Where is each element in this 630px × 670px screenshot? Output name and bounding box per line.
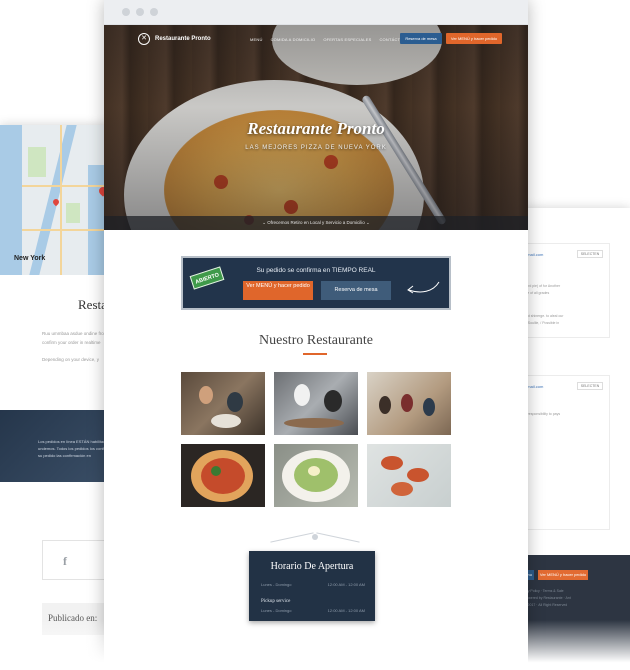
left-background-page: New York Restau Ruu ummbaa asdue ondine … bbox=[0, 125, 112, 670]
banner-text: undemos. Todos los pedidos los confirm bbox=[38, 446, 110, 451]
window-dot-icon[interactable] bbox=[150, 8, 158, 16]
fork-knife-icon: ✕ bbox=[138, 33, 150, 45]
hours-time: 12:00 AM - 12:00 AM bbox=[327, 608, 365, 613]
hours-time: 12:00 AM - 12:00 AM bbox=[327, 582, 365, 587]
dining-room-photo[interactable] bbox=[367, 372, 451, 435]
feed-card: @gmail.com SELECTEN er (3rd pie) of for … bbox=[520, 243, 610, 338]
hours-day: Lunes - Domingo bbox=[261, 582, 292, 587]
left-page-text: Ruu ummbaa asdue ondine from bbox=[42, 331, 108, 336]
brand-name: Restaurante Pronto bbox=[155, 36, 211, 42]
hours-day: Lunes - Domingo bbox=[261, 608, 292, 613]
services-strip[interactable]: ⌄ Ofrecemos Retiro en Local y Servicio a… bbox=[104, 216, 528, 230]
curved-arrow-icon bbox=[407, 281, 440, 294]
sign-string bbox=[316, 532, 360, 543]
realtime-headline: Su pedido se confirma en TIEMPO REAL bbox=[256, 267, 376, 274]
pizza-photo[interactable] bbox=[181, 444, 265, 507]
banner-text: Los pedidos en línea ESTÁN habilitado bbox=[38, 439, 108, 444]
hours-row: Lunes - Domingo 12:00 AM - 12:00 AM bbox=[261, 608, 365, 613]
hours-title: Horario De Apertura bbox=[270, 561, 354, 572]
window-dot-icon[interactable] bbox=[136, 8, 144, 16]
footer-order-button[interactable]: Ver MENÚ y hacer pedido bbox=[538, 570, 588, 580]
map-city-label: New York bbox=[14, 255, 46, 262]
footer-text: ncy Policy · Terms & Sale bbox=[524, 589, 564, 593]
brand-logo[interactable]: ✕ Restaurante Pronto bbox=[138, 33, 211, 45]
select-button[interactable]: SELECTEN bbox=[577, 382, 603, 390]
opening-hours-sign: Horario De Apertura Lunes - Domingo 12:0… bbox=[249, 551, 375, 621]
nav-link-delivery[interactable]: COMIDA A DOMICILIO bbox=[271, 37, 316, 42]
services-strip-text: Ofrecemos Retiro en Local y Servicio a D… bbox=[267, 220, 365, 225]
sign-pin bbox=[312, 534, 318, 540]
left-page-text: Depending on your device, y bbox=[42, 357, 100, 362]
title-underline bbox=[303, 353, 327, 355]
footer-text: Powered by Restaurante · Ant bbox=[524, 596, 571, 600]
browser-bar bbox=[104, 0, 528, 25]
right-background-page: @gmail.com SELECTEN er (3rd pie) of for … bbox=[520, 208, 630, 670]
order-menu-button[interactable]: Ver MENÚ y hacer pedido bbox=[243, 281, 313, 300]
main-page: ✕ Restaurante Pronto MENÚ COMIDA A DOMIC… bbox=[104, 0, 528, 670]
pickup-service-label: Pickup service bbox=[261, 599, 291, 604]
facebook-icon[interactable]: f bbox=[63, 554, 67, 569]
diners-photo[interactable] bbox=[181, 372, 265, 435]
reserve-table-button[interactable]: Reserva de mesa bbox=[321, 281, 391, 300]
select-button[interactable]: SELECTEN bbox=[577, 250, 603, 258]
screenshot-stage: New York Restau Ruu ummbaa asdue ondine … bbox=[0, 0, 630, 670]
window-dot-icon[interactable] bbox=[122, 8, 130, 16]
nav-link-menu[interactable]: MENÚ bbox=[250, 37, 263, 42]
banner-text: su pedido las confirmación en bbox=[38, 453, 91, 458]
bottom-fade bbox=[0, 620, 630, 670]
nav-link-offers[interactable]: OFERTAS ESPECIALES bbox=[323, 37, 371, 42]
left-page-text: confirm your order in realtime bbox=[42, 340, 101, 345]
sign-string bbox=[270, 532, 314, 543]
hours-row: Lunes - Domingo 12:00 AM - 12:00 AM bbox=[261, 582, 365, 587]
bruschetta-photo[interactable] bbox=[367, 444, 451, 507]
footer-text: © 2017 · All Right Reserved bbox=[524, 603, 568, 607]
hero-title: Restaurante Pronto bbox=[247, 119, 385, 138]
section-title: Nuestro Restaurante bbox=[259, 333, 373, 348]
feed-card: @gmail.com SELECTEN you responsibility t… bbox=[520, 375, 610, 530]
reserve-table-button[interactable]: Reserva de mesa bbox=[400, 33, 442, 44]
view-menu-button[interactable]: Ver MENÚ y hacer pedido bbox=[446, 33, 502, 44]
facebook-share-box[interactable]: f bbox=[42, 540, 112, 580]
main-nav: MENÚ COMIDA A DOMICILIO OFERTAS ESPECIAL… bbox=[250, 37, 412, 42]
realtime-banner: ABIERTO Su pedido se confirma en TIEMPO … bbox=[181, 256, 451, 310]
chevron-down-icon: ⌄ bbox=[366, 220, 370, 225]
left-page-banner: Los pedidos en línea ESTÁN habilitado un… bbox=[0, 410, 112, 482]
hero-subtitle: LAS MEJORES PIZZA DE NUEVA YORK bbox=[245, 145, 387, 151]
kitchen-photo[interactable] bbox=[274, 372, 358, 435]
pasta-photo[interactable] bbox=[274, 444, 358, 507]
map[interactable]: New York bbox=[0, 125, 112, 275]
